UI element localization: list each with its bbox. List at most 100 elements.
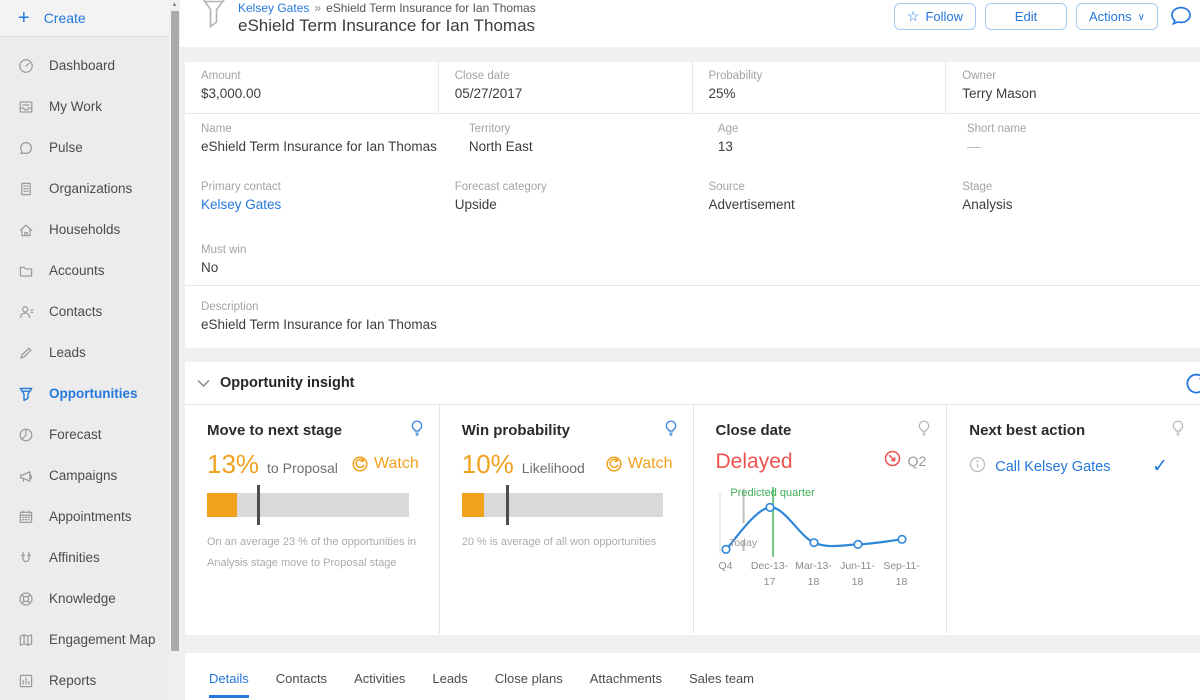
person-icon bbox=[17, 303, 35, 321]
tab-contacts[interactable]: Contacts bbox=[276, 671, 327, 695]
field-forecast-category: Forecast category Upside bbox=[439, 172, 693, 235]
stage-move-percent: 13% bbox=[207, 449, 259, 480]
main-area: Kelsey Gates»eShield Term Insurance for … bbox=[180, 0, 1200, 700]
close-date-status: Delayed bbox=[716, 450, 793, 474]
sidebar-item-dashboard[interactable]: Dashboard bbox=[0, 45, 180, 86]
card-close-date: Close date Delayed Q2 bbox=[693, 405, 947, 634]
status-row: Delayed Q2 bbox=[716, 449, 927, 474]
field-territory: Territory North East bbox=[453, 114, 702, 172]
tab-leads[interactable]: Leads bbox=[432, 671, 467, 695]
card-move-to-next-stage: Move to next stage 13% to Proposal Watch bbox=[185, 405, 439, 634]
sidebar-scrollbar[interactable]: ▲ bbox=[169, 0, 180, 700]
tab-activities[interactable]: Activities bbox=[354, 671, 405, 695]
sidebar-item-affinities[interactable]: Affinities bbox=[0, 537, 180, 578]
sidebar-item-opportunities[interactable]: Opportunities bbox=[0, 373, 180, 414]
opportunity-insight-panel: Opportunity insight Move to next stage 1… bbox=[185, 362, 1200, 635]
sidebar-item-my-work[interactable]: My Work bbox=[0, 86, 180, 127]
detail-tabs-panel: Details Contacts Activities Leads Close … bbox=[185, 653, 1200, 700]
next-action-link[interactable]: Call Kelsey Gates bbox=[995, 459, 1110, 475]
progress-fill bbox=[462, 493, 484, 517]
progress-fill bbox=[207, 493, 237, 517]
breadcrumb-current: eShield Term Insurance for Ian Thomas bbox=[326, 1, 536, 15]
refresh-icon[interactable] bbox=[1183, 371, 1200, 402]
stat-row: 13% to Proposal Watch bbox=[207, 449, 419, 480]
watch-link[interactable]: Watch bbox=[351, 455, 419, 473]
field-description: Description eShield Term Insurance for I… bbox=[185, 286, 1200, 348]
record-fields-panel: Amount $3,000.00 Close date 05/27/2017 P… bbox=[185, 62, 1200, 348]
watch-link[interactable]: Watch bbox=[605, 455, 673, 473]
field-close-date: Close date 05/27/2017 bbox=[439, 62, 693, 113]
sidebar: + Create Dashboard My Work Pulse Organiz… bbox=[0, 0, 180, 700]
lightbulb-icon bbox=[410, 420, 424, 442]
lightbulb-icon bbox=[1171, 420, 1185, 442]
sidebar-item-forecast[interactable]: Forecast bbox=[0, 414, 180, 455]
collapse-chevron-icon[interactable] bbox=[197, 379, 210, 388]
app-window: + Create Dashboard My Work Pulse Organiz… bbox=[0, 0, 1200, 700]
lifering-icon bbox=[17, 590, 35, 608]
tab-attachments[interactable]: Attachments bbox=[590, 671, 662, 695]
chat-bubble-icon[interactable] bbox=[1169, 4, 1193, 30]
stage-progress-bar bbox=[207, 493, 409, 517]
folder-icon bbox=[17, 262, 35, 280]
sidebar-item-contacts[interactable]: Contacts bbox=[0, 291, 180, 332]
sidebar-item-pulse[interactable]: Pulse bbox=[0, 127, 180, 168]
plus-icon: + bbox=[18, 8, 30, 28]
map-icon bbox=[17, 631, 35, 649]
field-name: Name eShield Term Insurance for Ian Thom… bbox=[185, 114, 453, 172]
funnel-icon bbox=[17, 385, 35, 403]
x-label: Q4 bbox=[703, 559, 749, 575]
sidebar-item-leads[interactable]: Leads bbox=[0, 332, 180, 373]
tab-close-plans[interactable]: Close plans bbox=[495, 671, 563, 695]
fields-row-2: Name eShield Term Insurance for Ian Thom… bbox=[185, 114, 1200, 172]
tab-details[interactable]: Details bbox=[209, 671, 249, 698]
today-label: Today bbox=[722, 537, 764, 549]
primary-contact-link[interactable]: Kelsey Gates bbox=[201, 197, 423, 212]
edit-button[interactable]: Edit bbox=[985, 3, 1067, 30]
win-probability-percent: 10% bbox=[462, 449, 514, 480]
card-win-probability: Win probability 10% Likelihood Watch bbox=[439, 405, 693, 634]
breadcrumb-parent-link[interactable]: Kelsey Gates bbox=[238, 1, 309, 15]
insight-title: Opportunity insight bbox=[220, 375, 355, 391]
chevron-down-icon: ∨ bbox=[1138, 12, 1145, 23]
close-date-chart: Predicted quarter Today Q4 Dec- bbox=[716, 487, 921, 589]
insight-cards: Move to next stage 13% to Proposal Watch bbox=[185, 405, 1200, 634]
sidebar-item-households[interactable]: Households bbox=[0, 209, 180, 250]
breadcrumb: Kelsey Gates»eShield Term Insurance for … bbox=[238, 1, 536, 15]
page-title: eShield Term Insurance for Ian Thomas bbox=[238, 16, 536, 36]
x-label: Sep-11-18 bbox=[879, 559, 925, 591]
magnet-icon bbox=[17, 549, 35, 567]
field-primary-contact: Primary contact Kelsey Gates bbox=[185, 172, 439, 235]
sidebar-item-engagement-map[interactable]: Engagement Map bbox=[0, 619, 180, 660]
scrollbar-thumb[interactable] bbox=[171, 11, 179, 651]
sidebar-item-appointments[interactable]: Appointments bbox=[0, 496, 180, 537]
predicted-quarter-badge: Q2 bbox=[908, 453, 927, 469]
sidebar-item-reports[interactable]: Reports bbox=[0, 660, 180, 700]
card-next-best-action: Next best action Call Kelsey Gates ✓ bbox=[946, 405, 1200, 634]
info-icon[interactable] bbox=[969, 456, 986, 478]
star-icon: ☆ bbox=[907, 8, 920, 25]
delayed-arrow-icon bbox=[883, 449, 902, 473]
field-probability: Probability 25% bbox=[693, 62, 947, 113]
speech-bubble-icon bbox=[17, 139, 35, 157]
field-stage: Stage Analysis bbox=[946, 172, 1200, 235]
dashboard-icon bbox=[17, 57, 35, 75]
sidebar-item-create[interactable]: + Create bbox=[0, 0, 180, 37]
follow-button[interactable]: ☆ Follow bbox=[894, 3, 976, 30]
sidebar-item-organizations[interactable]: Organizations bbox=[0, 168, 180, 209]
actions-button[interactable]: Actions ∨ bbox=[1076, 3, 1158, 30]
sidebar-item-campaigns[interactable]: Campaigns bbox=[0, 455, 180, 496]
building-icon bbox=[17, 180, 35, 198]
record-heading: Kelsey Gates»eShield Term Insurance for … bbox=[238, 0, 536, 47]
card-title: Win probability bbox=[462, 422, 673, 439]
bar-chart-icon bbox=[17, 672, 35, 690]
x-label: Dec-13-17 bbox=[747, 559, 793, 591]
sidebar-nav: Dashboard My Work Pulse Organizations Ho… bbox=[0, 37, 180, 700]
create-label: Create bbox=[44, 10, 86, 26]
insight-header: Opportunity insight bbox=[185, 362, 1200, 405]
scroll-up-arrow[interactable]: ▲ bbox=[169, 0, 180, 10]
average-marker bbox=[257, 485, 260, 525]
sidebar-item-accounts[interactable]: Accounts bbox=[0, 250, 180, 291]
complete-check-icon[interactable]: ✓ bbox=[1152, 455, 1168, 478]
sidebar-item-knowledge[interactable]: Knowledge bbox=[0, 578, 180, 619]
tab-sales-team[interactable]: Sales team bbox=[689, 671, 754, 695]
